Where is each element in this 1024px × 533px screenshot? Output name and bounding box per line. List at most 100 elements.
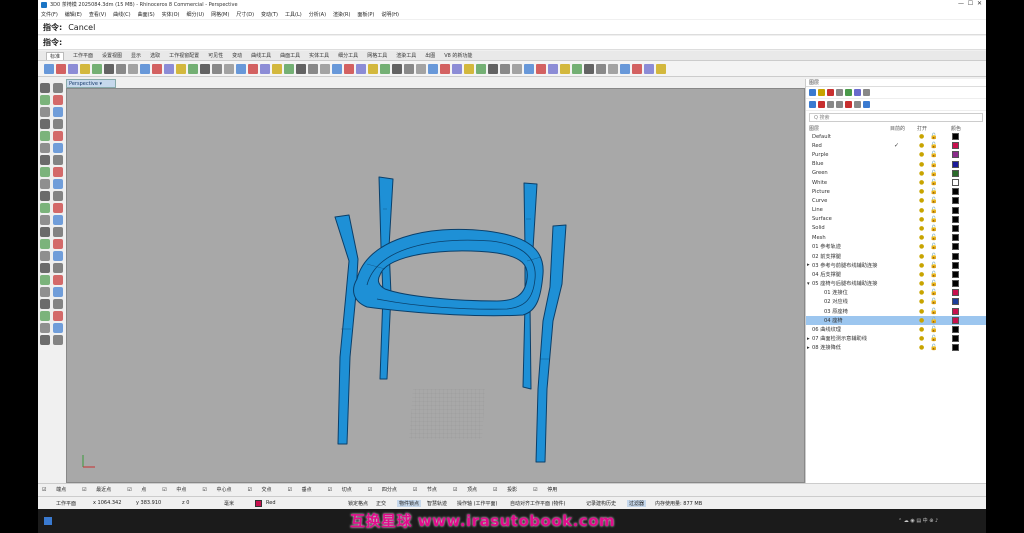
- toolbar-tab[interactable]: 出图: [425, 52, 435, 59]
- visibility-bulb-icon[interactable]: ●: [919, 262, 924, 269]
- layer-color-swatch[interactable]: [952, 206, 959, 214]
- visibility-bulb-icon[interactable]: ●: [919, 298, 924, 305]
- modeling-tool-icon[interactable]: [40, 155, 50, 165]
- layer-color-swatch[interactable]: [952, 234, 959, 242]
- toolbar-tab[interactable]: 选取: [150, 52, 160, 59]
- expand-arrow-icon[interactable]: ▸: [807, 345, 810, 351]
- osnap-option[interactable]: ☑ 中心点: [202, 486, 239, 493]
- toolbar-tool-icon[interactable]: [560, 63, 570, 74]
- new-layer-icon[interactable]: [809, 89, 816, 96]
- toolbar-tab[interactable]: 细分工具: [338, 52, 358, 59]
- menu-item[interactable]: 说明(H): [381, 11, 399, 18]
- toolbar-tool-icon[interactable]: [272, 63, 282, 74]
- modeling-tool-icon[interactable]: [40, 263, 50, 273]
- current-layer-mark[interactable]: ✓: [894, 142, 899, 149]
- tray-icons[interactable]: ⌃ ☁ ◉ ▤ 中 ⊕ ♪: [898, 517, 968, 525]
- lock-icon[interactable]: 🔓: [930, 161, 937, 168]
- modeling-tool-icon[interactable]: [40, 179, 50, 189]
- checkbox-icon[interactable]: ☑: [202, 487, 208, 493]
- toolbar-tool-icon[interactable]: [392, 63, 402, 74]
- checkbox-icon[interactable]: ☑: [493, 487, 499, 493]
- modeling-tool-icon[interactable]: [40, 227, 50, 237]
- modeling-tool-icon[interactable]: [53, 323, 63, 333]
- toolbar-tool-icon[interactable]: [488, 63, 498, 74]
- toolbar-tab[interactable]: V8 的新功能: [444, 52, 472, 59]
- lock-icon[interactable]: 🔓: [930, 243, 937, 250]
- toolbar-tab[interactable]: 设置视图: [102, 52, 122, 59]
- layer-row[interactable]: 04 座椅 ● 🔓: [806, 315, 986, 325]
- lock-icon[interactable]: 🔓: [930, 179, 937, 186]
- modeling-tool-icon[interactable]: [53, 287, 63, 297]
- toolbar-tool-icon[interactable]: [476, 63, 486, 74]
- toolbar-tool-icon[interactable]: [152, 63, 162, 74]
- lock-icon[interactable]: 🔓: [930, 170, 937, 177]
- layer-row[interactable]: 04 后支撑腿 ● 🔓: [806, 270, 986, 279]
- modeling-tool-icon[interactable]: [53, 131, 63, 141]
- visibility-bulb-icon[interactable]: ●: [919, 216, 924, 223]
- toolbar-tool-icon[interactable]: [404, 63, 414, 74]
- layer-color-swatch[interactable]: [952, 215, 959, 223]
- layer-row[interactable]: ▾ 05 座椅与后腿布线辅助连接 ● 🔓: [806, 279, 986, 288]
- modeling-tool-icon[interactable]: [53, 251, 63, 261]
- menu-item[interactable]: 实体(O): [162, 11, 180, 18]
- toolbar-tool-icon[interactable]: [200, 63, 210, 74]
- menu-item[interactable]: 尺寸(D): [236, 11, 254, 18]
- toolbar-tool-icon[interactable]: [56, 63, 66, 74]
- visibility-bulb-icon[interactable]: ●: [919, 179, 924, 186]
- modeling-tool-icon[interactable]: [40, 167, 50, 177]
- lock-icon[interactable]: 🔓: [930, 262, 937, 269]
- toolbar-tab[interactable]: 实体工具: [309, 52, 329, 59]
- toolbar-tool-icon[interactable]: [512, 63, 522, 74]
- status-plane[interactable]: 工作平面: [56, 500, 76, 507]
- modeling-tool-icon[interactable]: [53, 263, 63, 273]
- layer-color-swatch[interactable]: [952, 270, 959, 278]
- toolbar-tool-icon[interactable]: [572, 63, 582, 74]
- status-gumball[interactable]: 操作轴 (工作平面): [457, 500, 498, 507]
- toolbar-tool-icon[interactable]: [656, 63, 666, 74]
- toolbar-tool-icon[interactable]: [260, 63, 270, 74]
- layer-color-swatch[interactable]: [952, 316, 959, 324]
- osnap-option[interactable]: ☑ 垂点: [288, 486, 320, 493]
- toolbar-tab[interactable]: 曲线工具: [251, 52, 271, 59]
- layer-state-icon[interactable]: [818, 89, 825, 96]
- materials-icon[interactable]: [845, 89, 852, 96]
- modeling-tool-icon[interactable]: [40, 287, 50, 297]
- modeling-tool-icon[interactable]: [53, 83, 63, 93]
- layer-row[interactable]: Picture ● 🔓: [806, 187, 986, 196]
- modeling-tool-icon[interactable]: [53, 239, 63, 249]
- toolbar-tab[interactable]: 工作视窗配置: [169, 52, 199, 59]
- layer-row[interactable]: 01 参考轨迹 ● 🔓: [806, 242, 986, 251]
- modeling-tool-icon[interactable]: [53, 203, 63, 213]
- toolbar-tool-icon[interactable]: [416, 63, 426, 74]
- layer-color-swatch[interactable]: [952, 142, 959, 150]
- menu-item[interactable]: 编辑(E): [65, 11, 82, 18]
- layer-row[interactable]: ▸ 08 连接降低 ● 🔓: [806, 343, 986, 352]
- layer-row[interactable]: 02 对应线 ● 🔓: [806, 297, 986, 306]
- modeling-tool-icon[interactable]: [40, 335, 50, 345]
- modeling-tool-icon[interactable]: [40, 215, 50, 225]
- toolbar-tool-icon[interactable]: [176, 63, 186, 74]
- lock-icon[interactable]: 🔓: [930, 335, 937, 342]
- toolbar-tool-icon[interactable]: [80, 63, 90, 74]
- modeling-tool-icon[interactable]: [53, 167, 63, 177]
- toolbar-tab[interactable]: 显示: [131, 52, 141, 59]
- lock-icon[interactable]: 🔓: [930, 280, 937, 287]
- windows-start-icon[interactable]: [44, 517, 52, 525]
- tag-icon[interactable]: [845, 101, 852, 108]
- toolbar-tool-icon[interactable]: [308, 63, 318, 74]
- toolbar-tool-icon[interactable]: [344, 63, 354, 74]
- collapse-arrow-icon[interactable]: ▾: [807, 281, 810, 287]
- visibility-bulb-icon[interactable]: ●: [919, 188, 924, 195]
- checkbox-icon[interactable]: ☑: [162, 487, 168, 493]
- checkbox-icon[interactable]: ☑: [42, 487, 48, 493]
- modeling-tool-icon[interactable]: [53, 107, 63, 117]
- menu-item[interactable]: 文件(F): [41, 11, 58, 18]
- lock-icon[interactable]: 🔓: [930, 289, 937, 296]
- modeling-tool-icon[interactable]: [40, 311, 50, 321]
- modeling-tool-icon[interactable]: [40, 119, 50, 129]
- layer-row[interactable]: ▸ 07 曲面检测示意辅助线 ● 🔓: [806, 334, 986, 343]
- visibility-bulb-icon[interactable]: ●: [919, 207, 924, 214]
- modeling-tool-icon[interactable]: [40, 107, 50, 117]
- modeling-tool-icon[interactable]: [40, 203, 50, 213]
- modeling-tool-icon[interactable]: [40, 191, 50, 201]
